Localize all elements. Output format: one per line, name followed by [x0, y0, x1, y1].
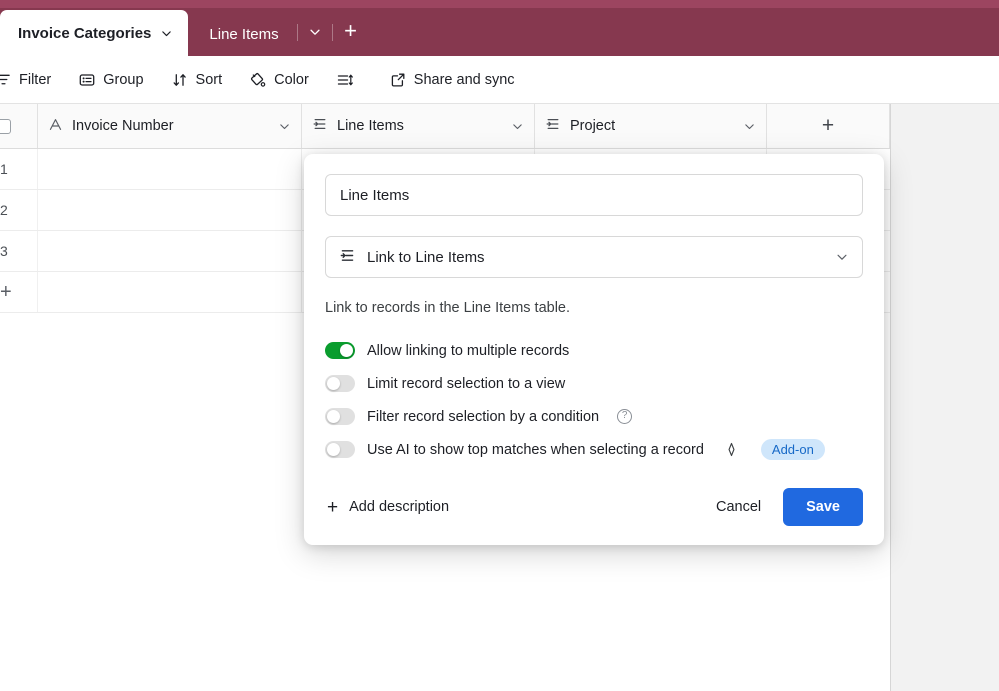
toolbar-row-height-button[interactable]: [327, 65, 372, 95]
link-field-icon: [339, 247, 356, 268]
row-height-icon: [337, 72, 354, 88]
link-field-icon: [545, 116, 561, 136]
help-icon[interactable]: ?: [617, 409, 633, 424]
column-name: Invoice Number: [72, 118, 174, 134]
tab-divider: [296, 23, 298, 41]
field-type-label: Link to Line Items: [367, 248, 485, 266]
tab-label: Invoice Categories: [18, 24, 152, 42]
group-icon: [79, 72, 95, 88]
cell-invoice-number[interactable]: [38, 231, 302, 271]
toolbar-item-label: Group: [103, 71, 144, 88]
add-column-button[interactable]: +: [767, 104, 890, 148]
option-use-ai-top-matches[interactable]: Use AI to show top matches when selectin…: [325, 433, 863, 466]
toggle-use-ai-top-matches[interactable]: [325, 441, 355, 458]
add-row-button[interactable]: +: [0, 272, 38, 312]
toolbar-group-button[interactable]: Group: [69, 65, 153, 95]
toolbar-filter-button[interactable]: Filter: [0, 65, 61, 95]
toolbar-sort-button[interactable]: Sort: [162, 65, 233, 95]
row-number: 2: [0, 190, 38, 230]
cell-invoice-number[interactable]: [38, 190, 302, 230]
table-tab-bar: Invoice Categories Line Items +: [0, 0, 999, 56]
save-button[interactable]: Save: [783, 488, 863, 526]
chevron-down-icon[interactable]: [160, 27, 173, 40]
row-number: 1: [0, 149, 38, 189]
ai-sparkle-icon: [724, 442, 739, 457]
tab-invoice-categories[interactable]: Invoice Categories: [0, 10, 189, 56]
option-label: Limit record selection to a view: [367, 375, 566, 392]
column-header-line-items[interactable]: Line Items: [302, 104, 535, 148]
select-all-checkbox[interactable]: [0, 118, 11, 134]
chevron-down-icon[interactable]: [743, 120, 756, 133]
chevron-down-icon[interactable]: [511, 120, 524, 133]
column-header-label-wrap: Project: [545, 116, 743, 136]
cancel-button[interactable]: Cancel: [700, 489, 777, 525]
sort-icon: [172, 72, 188, 88]
chevron-down-icon[interactable]: [835, 250, 849, 264]
dialog-footer: + Add description Cancel Save: [325, 488, 863, 526]
color-icon: [250, 72, 266, 88]
column-name: Line Items: [337, 118, 404, 134]
toolbar-item-label: Sort: [195, 71, 223, 88]
toggle-filter-record-selection[interactable]: [325, 408, 355, 425]
toggle-knob: [340, 344, 353, 357]
tab-line-items[interactable]: Line Items: [188, 12, 295, 56]
field-options-list: Allow linking to multiple records Limit …: [325, 334, 863, 466]
select-all-cell: [0, 104, 38, 148]
plus-icon: +: [327, 496, 339, 518]
toolbar-item-label: Share and sync: [413, 71, 515, 88]
text-field-icon: [48, 117, 63, 136]
toolbar-item-label: Color: [274, 71, 309, 88]
toolbar-color-button[interactable]: Color: [240, 65, 319, 95]
column-header-project[interactable]: Project: [535, 104, 767, 148]
link-field-icon: [312, 116, 328, 136]
option-allow-multiple-records[interactable]: Allow linking to multiple records: [325, 334, 863, 367]
toggle-knob: [327, 377, 340, 390]
field-type-select[interactable]: Link to Line Items: [325, 236, 863, 278]
add-description-label: Add description: [349, 499, 450, 515]
option-limit-record-selection-to-view[interactable]: Limit record selection to a view: [325, 367, 863, 400]
toggle-limit-record-selection[interactable]: [325, 375, 355, 392]
row-number: 3: [0, 231, 38, 271]
add-table-button[interactable]: +: [334, 17, 368, 47]
chevron-down-icon[interactable]: [278, 120, 291, 133]
tab-list-chevron-down-icon[interactable]: [299, 17, 331, 47]
grid-header-row: Invoice Number Line Items Project +: [0, 104, 890, 149]
column-header-label-wrap: Line Items: [312, 116, 511, 136]
toggle-knob: [327, 410, 340, 423]
toggle-knob: [327, 443, 340, 456]
column-header-label-wrap: Invoice Number: [48, 117, 278, 136]
tab-label: Line Items: [209, 25, 279, 43]
app-accent-strip: [0, 0, 999, 8]
column-name: Project: [570, 118, 616, 134]
column-header-invoice-number[interactable]: Invoice Number: [38, 104, 302, 148]
toggle-allow-multiple-records[interactable]: [325, 342, 355, 359]
share-icon: [390, 72, 406, 88]
field-editor-dialog: Link to Line Items Link to records in th…: [304, 154, 884, 545]
filter-icon: [0, 72, 11, 87]
field-type-description: Link to records in the Line Items table.: [325, 300, 571, 316]
toolbar-item-label: Filter: [19, 71, 52, 88]
tab-divider: [331, 23, 333, 41]
addon-badge[interactable]: Add-on: [760, 439, 825, 460]
toolbar-share-and-sync-button[interactable]: Share and sync: [380, 65, 525, 95]
table-tabs: Invoice Categories Line Items +: [0, 8, 368, 56]
add-row-spacer: [38, 272, 302, 312]
option-label: Use AI to show top matches when selectin…: [367, 441, 704, 458]
app-root: Invoice Categories Line Items + Filter G…: [0, 0, 999, 691]
option-label: Allow linking to multiple records: [367, 342, 570, 359]
option-label: Filter record selection by a condition: [367, 408, 600, 425]
canvas-background: [891, 104, 999, 691]
add-description-button[interactable]: + Add description: [325, 492, 457, 523]
view-toolbar: Filter Group Sort Color Share and sync: [0, 56, 999, 104]
cell-invoice-number[interactable]: [38, 149, 302, 189]
field-name-input[interactable]: [325, 174, 863, 216]
option-filter-record-selection-by-condition[interactable]: Filter record selection by a condition ?: [325, 400, 863, 433]
dialog-actions: Cancel Save: [700, 488, 863, 526]
